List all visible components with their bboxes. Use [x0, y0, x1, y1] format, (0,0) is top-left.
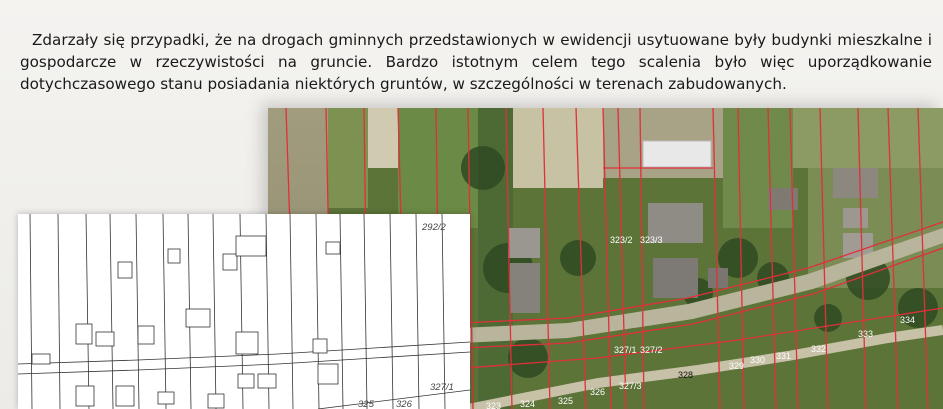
parcel-label: 324	[520, 399, 535, 409]
parcel-label: 331	[776, 351, 791, 361]
parcel-label: 333	[858, 329, 873, 339]
parcel-label: 323/2	[610, 235, 633, 245]
map-parcel-label: 292/2	[421, 222, 446, 233]
cadastral-map: 292/2 327/1 325 326	[18, 214, 470, 409]
parcel-label: 327/1	[614, 345, 637, 355]
map-parcel-label: 325	[358, 399, 375, 409]
map-parcel-label: 326	[396, 399, 413, 409]
parcel-label: 330	[750, 355, 765, 365]
parcel-label: 326	[590, 387, 605, 397]
parcel-label: 334	[900, 315, 915, 325]
parcel-label: 323	[486, 401, 501, 409]
map-parcel-label: 327/1	[430, 382, 454, 393]
parcel-label: 325	[558, 396, 573, 406]
parcel-label: 329	[729, 361, 744, 371]
slide-caption: Zdarzały się przypadki, że na drogach gm…	[20, 31, 932, 94]
parcel-label: 328	[678, 370, 693, 380]
parcel-label: 327/2	[640, 345, 663, 355]
map-buildings	[31, 235, 341, 409]
parcel-label: 323/3	[640, 235, 663, 245]
parcel-label: 332	[811, 344, 826, 354]
parcel-label: 327/3	[619, 381, 642, 391]
